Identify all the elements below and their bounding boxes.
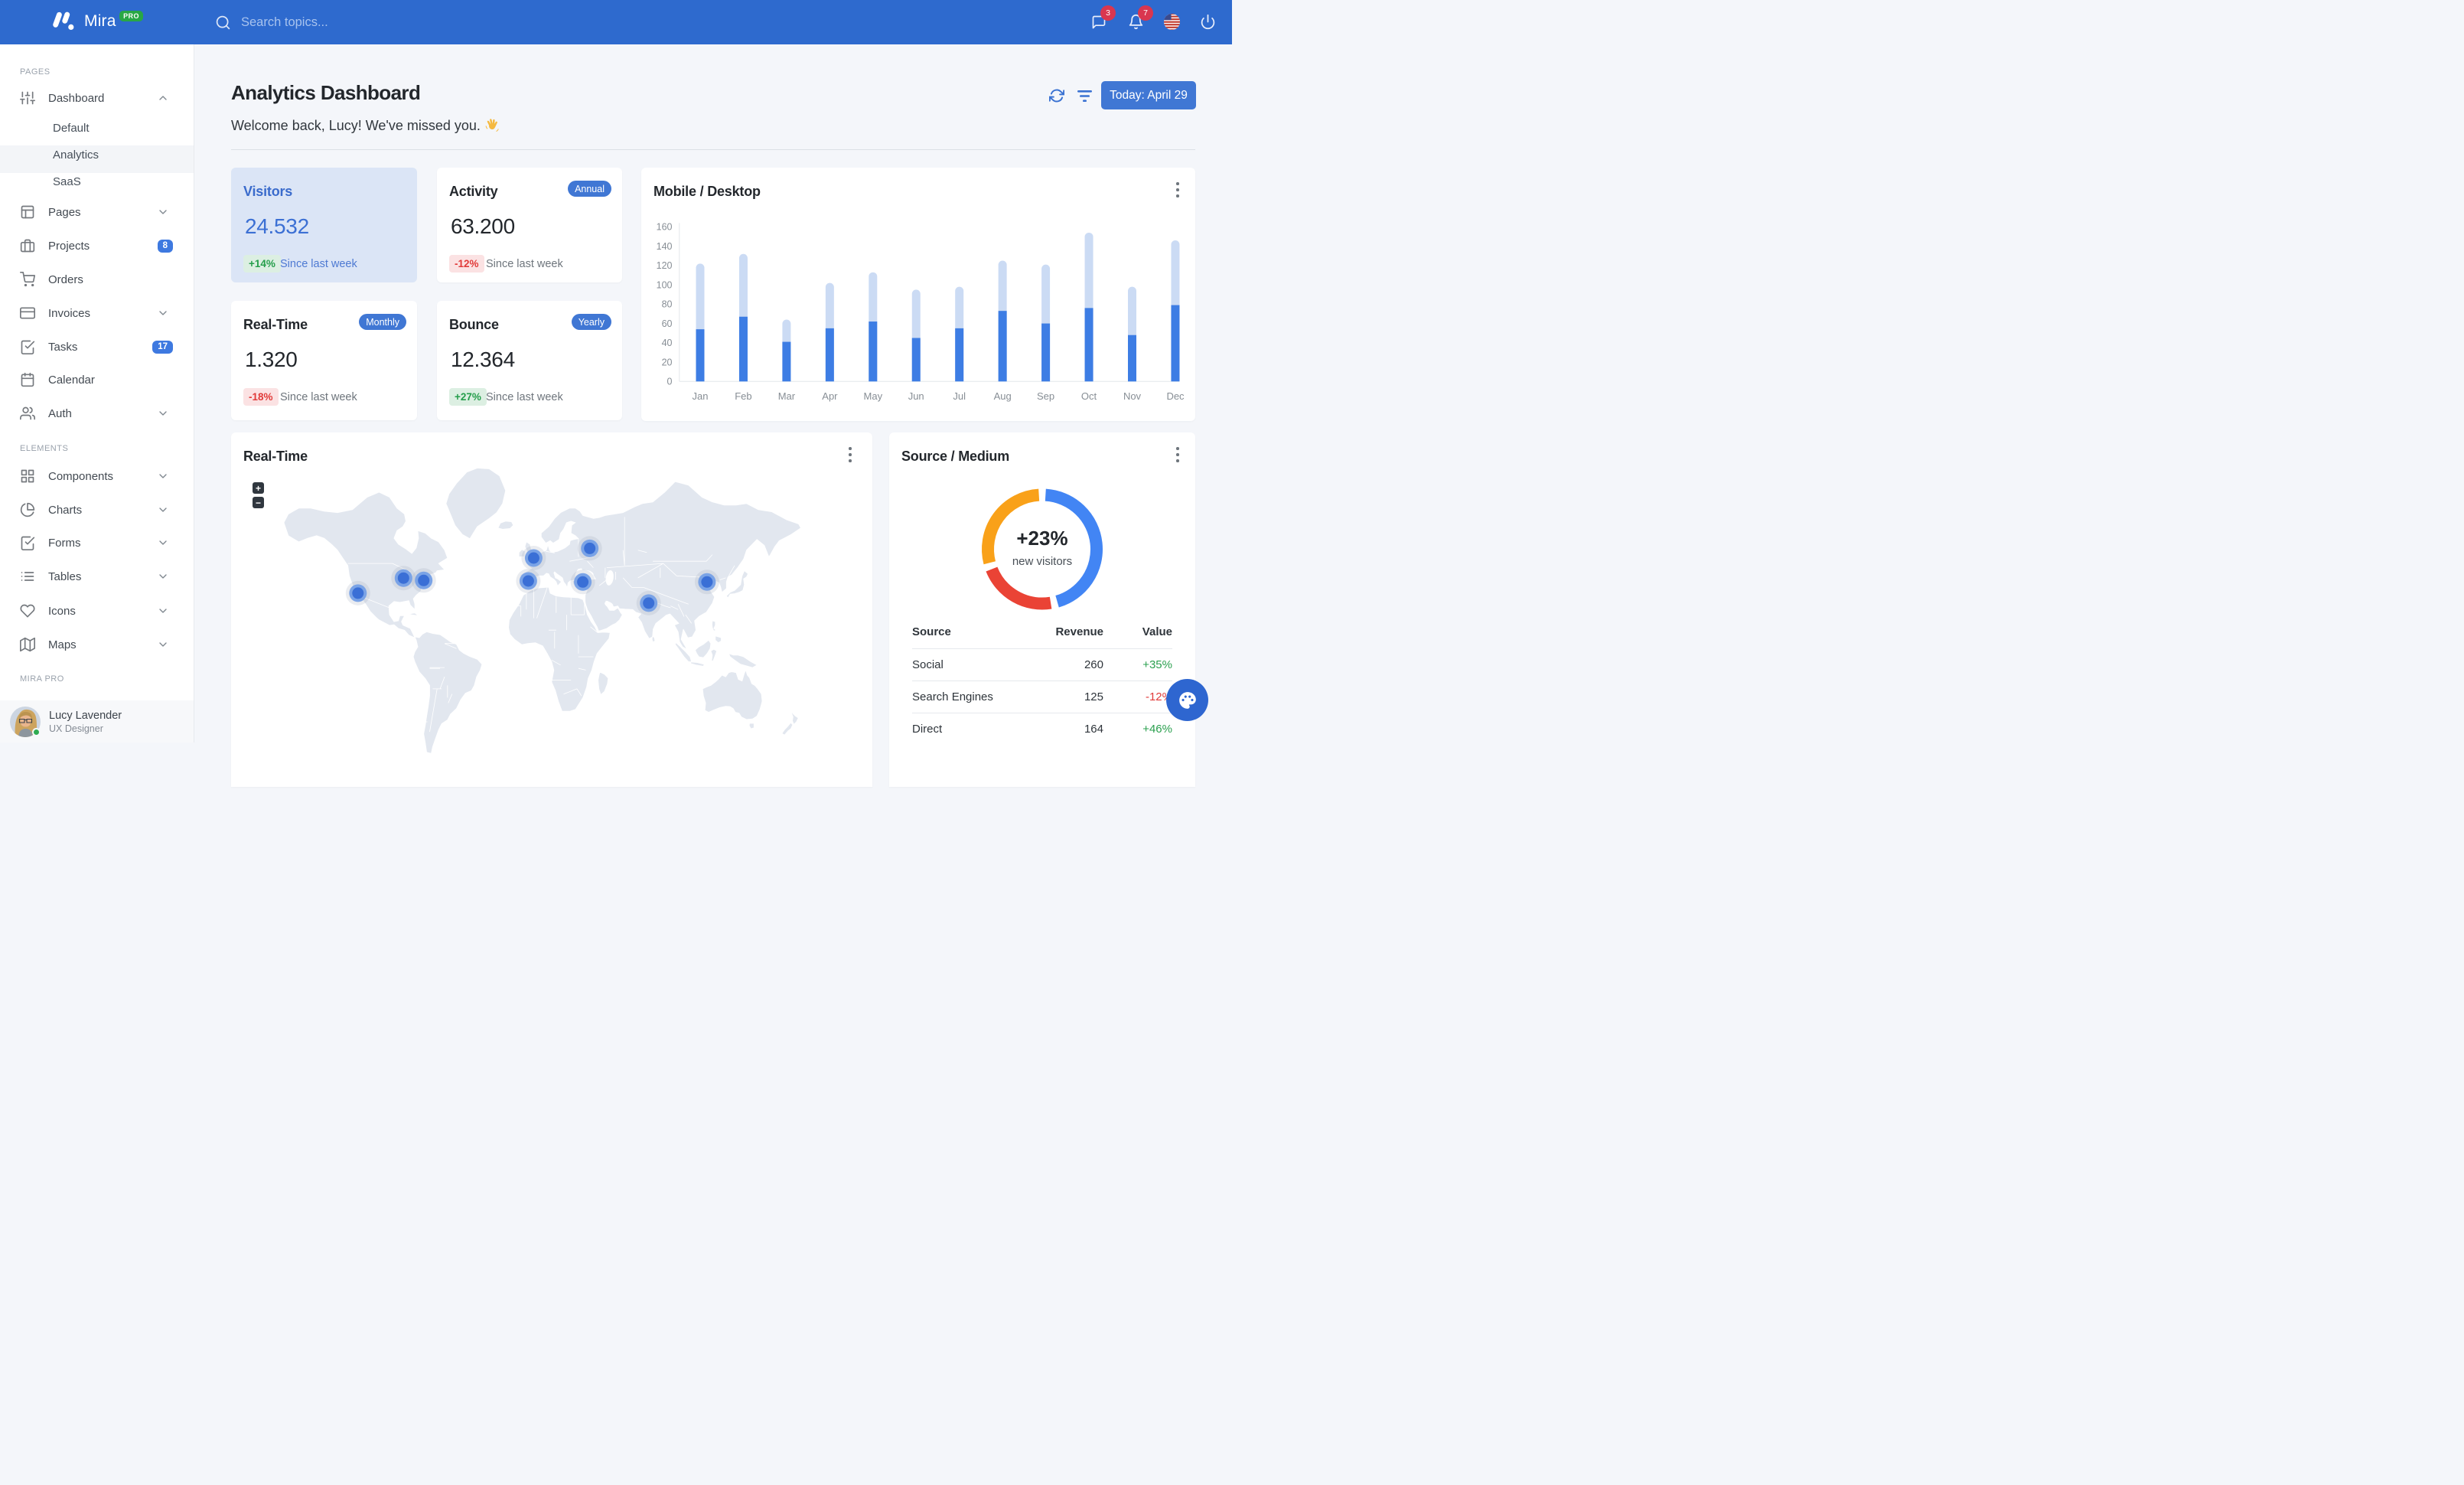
svg-text:Apr: Apr bbox=[822, 390, 838, 402]
svg-text:0: 0 bbox=[667, 377, 673, 387]
svg-text:Sep: Sep bbox=[1037, 390, 1054, 402]
svg-text:100: 100 bbox=[657, 279, 673, 290]
svg-text:Jan: Jan bbox=[693, 390, 709, 402]
svg-text:Dec: Dec bbox=[1166, 390, 1185, 402]
svg-text:40: 40 bbox=[662, 338, 673, 348]
svg-text:80: 80 bbox=[662, 299, 673, 310]
svg-text:140: 140 bbox=[657, 241, 673, 252]
svg-text:Nov: Nov bbox=[1123, 390, 1142, 402]
svg-text:60: 60 bbox=[662, 318, 673, 329]
svg-text:20: 20 bbox=[662, 357, 673, 367]
svg-text:Mar: Mar bbox=[778, 390, 796, 402]
svg-text:Feb: Feb bbox=[735, 390, 751, 402]
svg-text:May: May bbox=[864, 390, 883, 402]
svg-text:Oct: Oct bbox=[1081, 390, 1097, 402]
svg-text:Jul: Jul bbox=[953, 390, 966, 402]
svg-text:Jun: Jun bbox=[908, 390, 924, 402]
svg-text:160: 160 bbox=[657, 222, 673, 233]
svg-text:120: 120 bbox=[657, 260, 673, 271]
svg-text:Aug: Aug bbox=[994, 390, 1012, 402]
